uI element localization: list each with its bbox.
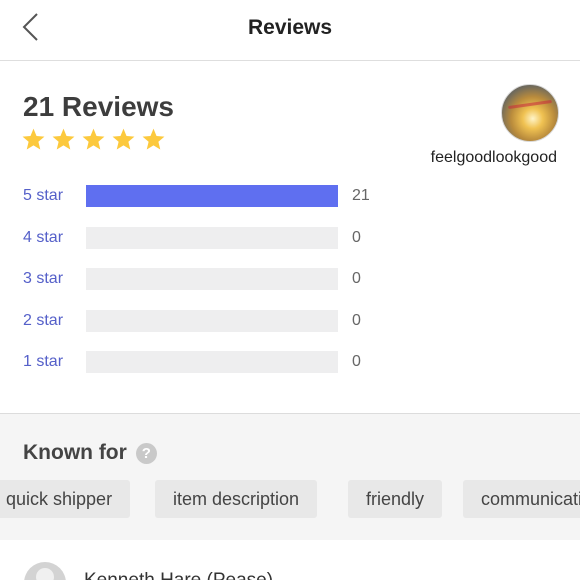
- breakdown-row-3[interactable]: 3 star 0: [23, 266, 383, 308]
- page-title: Reviews: [247, 16, 333, 39]
- breakdown-bar-track: [86, 309, 338, 332]
- tag-chip[interactable]: friendly: [348, 480, 443, 518]
- header-bar: Reviews: [0, 0, 580, 61]
- breakdown-count: 0: [352, 270, 361, 288]
- known-for-section: Known for ? quick shipper item descripti…: [0, 413, 580, 541]
- breakdown-label: 3 star: [23, 270, 64, 288]
- question-circle-icon[interactable]: ?: [135, 442, 157, 464]
- user-avatar[interactable]: [501, 84, 559, 142]
- breakdown-count: 21: [352, 187, 370, 204]
- star-icon: [82, 128, 105, 150]
- tag-chip[interactable]: communication: [463, 480, 580, 518]
- star-icon: [22, 128, 45, 150]
- tag-chip[interactable]: quick shipper: [0, 480, 131, 518]
- breakdown-label: 4 star: [23, 228, 64, 246]
- star-icon: [112, 128, 135, 150]
- known-for-title: Known for: [23, 441, 127, 464]
- known-for-tags[interactable]: quick shipper item description friendly …: [0, 480, 580, 520]
- breakdown-bar-track: [86, 351, 338, 374]
- review-list-item[interactable]: Kenneth Hare (Pease): [0, 540, 580, 580]
- breakdown-label: 1 star: [23, 353, 64, 371]
- star-icon: [52, 128, 75, 150]
- breakdown-row-1[interactable]: 1 star 0: [23, 349, 383, 391]
- star-rating: [21, 127, 166, 152]
- breakdown-count: 0: [352, 228, 361, 246]
- review-count-title: 21 Reviews: [23, 91, 174, 122]
- username-link[interactable]: feelgoodlookgood: [431, 149, 557, 167]
- breakdown-bar-track: [86, 226, 338, 249]
- breakdown-count: 0: [352, 353, 361, 371]
- breakdown-bar-fill: [86, 185, 338, 207]
- reviewer-name[interactable]: Kenneth Hare (Pease): [84, 570, 273, 580]
- breakdown-bar-track: [86, 185, 338, 207]
- rating-breakdown: 5 star 21 4 star 0 3 star 0 2 star 0 1 s…: [23, 183, 383, 391]
- breakdown-label: 2 star: [23, 311, 64, 329]
- rating-summary: 21 Reviews feelgoodlookgood 5 star 21 4 …: [0, 61, 580, 413]
- breakdown-row-2[interactable]: 2 star 0: [23, 308, 383, 350]
- breakdown-count: 0: [352, 311, 361, 329]
- reviewer-avatar[interactable]: [24, 562, 66, 580]
- breakdown-row-4[interactable]: 4 star 0: [23, 225, 383, 267]
- tag-chip[interactable]: item description: [155, 480, 318, 518]
- known-for-heading: Known for ?: [23, 441, 157, 465]
- breakdown-bar-track: [86, 268, 338, 291]
- breakdown-label: 5 star: [23, 187, 64, 204]
- star-icon: [142, 128, 165, 150]
- breakdown-row-5[interactable]: 5 star 21: [23, 183, 383, 225]
